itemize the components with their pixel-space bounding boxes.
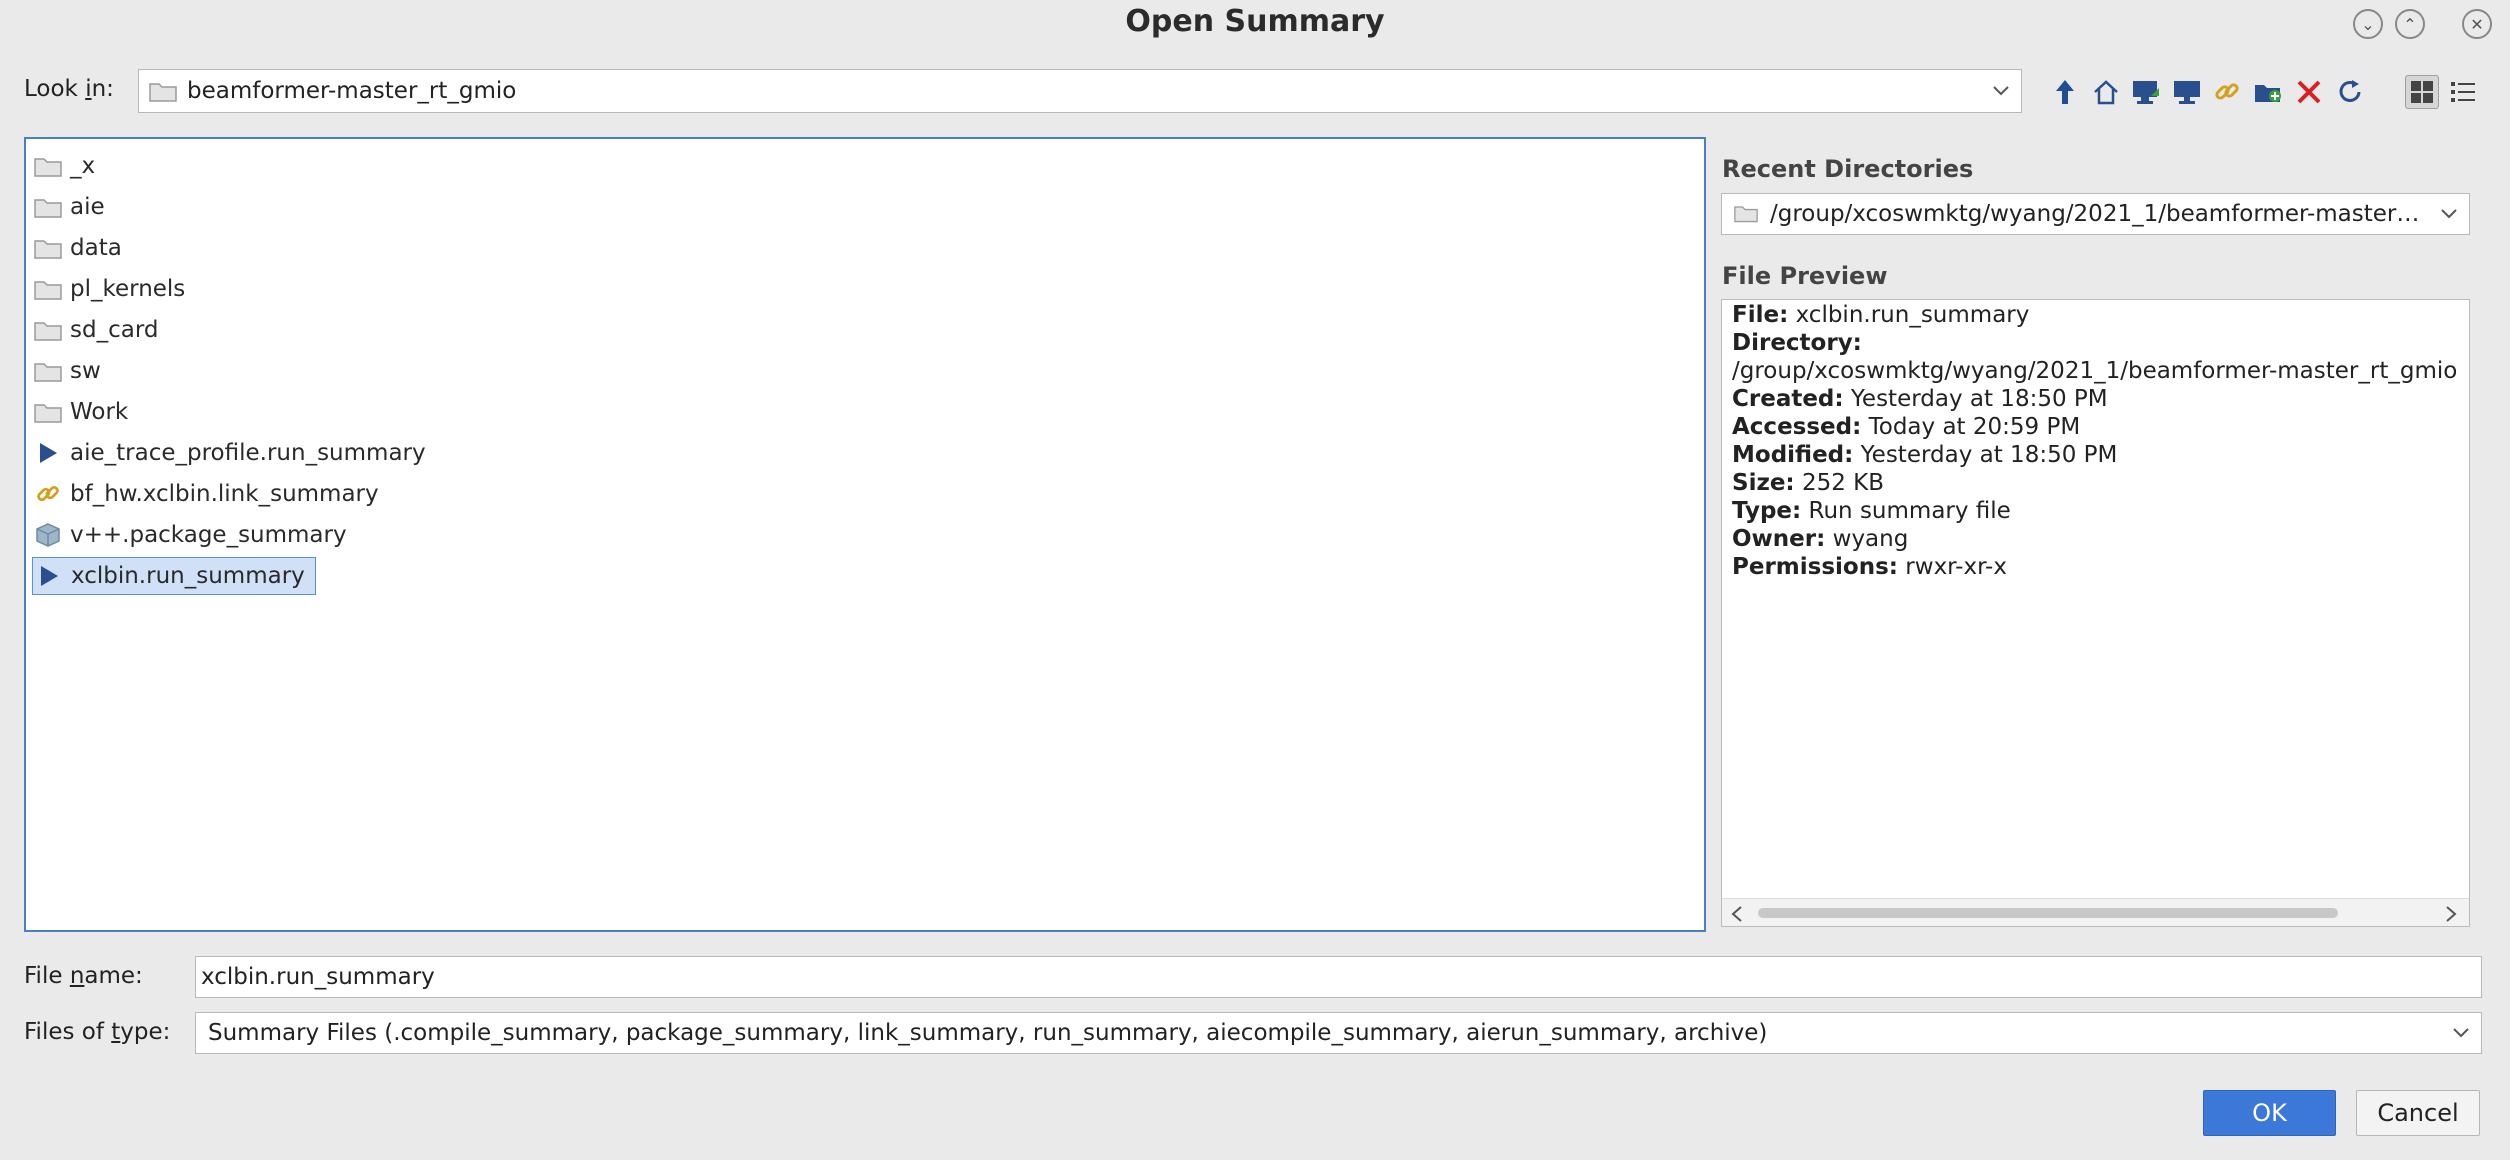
new-folder-button[interactable] <box>2251 75 2285 109</box>
file-name: v++.package_summary <box>70 522 347 548</box>
folder-icon <box>32 234 64 262</box>
folder-icon <box>149 80 177 102</box>
maximize-button[interactable]: ⌃ <box>2395 9 2425 39</box>
file-preview-panel: File: xclbin.run_summary Directory: /gro… <box>1721 299 2470 927</box>
up-arrow-icon <box>2056 80 2074 104</box>
folder-icon <box>32 316 64 344</box>
file-name: _x <box>70 153 96 179</box>
link-icon <box>32 480 64 508</box>
new-folder-icon <box>2255 85 2281 102</box>
file-name: bf_hw.xclbin.link_summary <box>70 481 379 507</box>
up-folder-button[interactable] <box>2048 75 2082 109</box>
chevron-down-icon <box>1981 85 2021 97</box>
preview-line: Created: Yesterday at 18:50 PM <box>1732 386 2108 412</box>
list-item[interactable]: sw <box>32 352 101 390</box>
list-item[interactable]: Work <box>32 393 128 431</box>
preview-line: File: xclbin.run_summary <box>1732 302 2030 328</box>
file-name-label: File name: <box>24 963 143 989</box>
scrollbar-thumb[interactable] <box>1758 908 2338 918</box>
file-type-combo[interactable]: Summary Files (.compile_summary, package… <box>195 1012 2482 1054</box>
file-name: sd_card <box>70 317 159 343</box>
file-name: pl_kernels <box>70 276 186 302</box>
chevron-down-icon <box>2441 1027 2481 1039</box>
recent-directories-combo[interactable]: /group/xcoswmktg/wyang/2021_1/beamformer… <box>1721 193 2470 235</box>
home-button[interactable] <box>2089 75 2123 109</box>
list-item[interactable]: xclbin.run_summary <box>32 557 316 595</box>
refresh-button[interactable] <box>2333 75 2367 109</box>
file-name: Work <box>70 399 129 425</box>
file-preview-heading: File Preview <box>1722 262 1888 290</box>
preview-line: Accessed: Today at 20:59 PM <box>1732 414 2081 440</box>
computer-button[interactable] <box>2170 75 2204 109</box>
link-icon <box>2215 83 2239 100</box>
list-view-button[interactable] <box>2446 75 2480 109</box>
preview-line: Type: Run summary file <box>1732 498 2011 524</box>
recent-directories-heading: Recent Directories <box>1722 155 1974 183</box>
scroll-right-icon[interactable] <box>2444 903 2458 929</box>
computer-icon <box>2174 81 2200 104</box>
folder-icon <box>32 193 64 221</box>
minimize-button[interactable]: ⌄ <box>2353 9 2383 39</box>
cancel-button[interactable]: Cancel <box>2356 1090 2480 1136</box>
list-view-icon <box>2451 82 2475 102</box>
grid-view-button[interactable] <box>2405 75 2439 109</box>
file-name: sw <box>70 358 101 384</box>
preview-line: Permissions: rwxr-xr-x <box>1732 554 2007 580</box>
delete-icon <box>2297 80 2321 104</box>
desktop-button[interactable] <box>2129 75 2163 109</box>
chevron-down-icon <box>2429 208 2469 220</box>
desktop-icon <box>2133 81 2159 104</box>
close-icon: ✕ <box>2470 14 2484 34</box>
ok-button[interactable]: OK <box>2203 1090 2336 1136</box>
list-item[interactable]: pl_kernels <box>32 270 185 308</box>
look-in-combo[interactable]: beamformer-master_rt_gmio <box>138 69 2022 113</box>
run-icon <box>33 562 65 590</box>
file-name: aie_trace_profile.run_summary <box>70 440 426 466</box>
run-icon <box>32 439 64 467</box>
preview-line: Modified: Yesterday at 18:50 PM <box>1732 442 2118 468</box>
link-button[interactable] <box>2210 75 2244 109</box>
recent-directory-value: /group/xcoswmktg/wyang/2021_1/beamformer… <box>1770 201 2429 227</box>
file-name: aie <box>70 194 105 220</box>
folder-icon <box>32 398 64 426</box>
home-icon <box>2094 80 2118 105</box>
list-item[interactable]: sd_card <box>32 311 158 349</box>
list-item[interactable]: aie_trace_profile.run_summary <box>32 434 426 472</box>
list-item[interactable]: bf_hw.xclbin.link_summary <box>32 475 379 513</box>
list-item[interactable]: aie <box>32 188 105 226</box>
file-type-value: Summary Files (.compile_summary, package… <box>208 1020 1768 1046</box>
close-button[interactable]: ✕ <box>2462 9 2492 39</box>
file-name-input[interactable] <box>195 956 2482 998</box>
file-list[interactable]: _x aie data pl_kernels sd_card sw Work a… <box>24 137 1706 932</box>
preview-line: Owner: wyang <box>1732 526 1909 552</box>
delete-button[interactable] <box>2292 75 2326 109</box>
preview-line: Size: 252 KB <box>1732 470 1885 496</box>
package-icon <box>32 521 64 549</box>
window-title: Open Summary <box>1125 4 1385 39</box>
preview-line: /group/xcoswmktg/wyang/2021_1/beamformer… <box>1732 358 2458 384</box>
chevron-up-icon: ⌃ <box>2403 14 2417 34</box>
folder-icon <box>1734 203 1762 225</box>
file-type-label: Files of type: <box>24 1019 171 1045</box>
look-in-label: Look in: <box>24 76 114 102</box>
file-name: xclbin.run_summary <box>71 563 305 589</box>
look-in-value: beamformer-master_rt_gmio <box>187 78 517 104</box>
file-name: data <box>70 235 122 261</box>
list-item[interactable]: _x <box>32 147 95 185</box>
scroll-left-icon[interactable] <box>1730 903 1744 929</box>
folder-icon <box>32 357 64 385</box>
refresh-icon <box>2339 80 2361 102</box>
folder-icon <box>32 152 64 180</box>
list-item[interactable]: data <box>32 229 122 267</box>
folder-icon <box>32 275 64 303</box>
chevron-down-icon: ⌄ <box>2361 14 2375 34</box>
list-item[interactable]: v++.package_summary <box>32 516 347 554</box>
grid-view-icon <box>2411 81 2433 103</box>
preview-line: Directory: <box>1732 330 1862 356</box>
